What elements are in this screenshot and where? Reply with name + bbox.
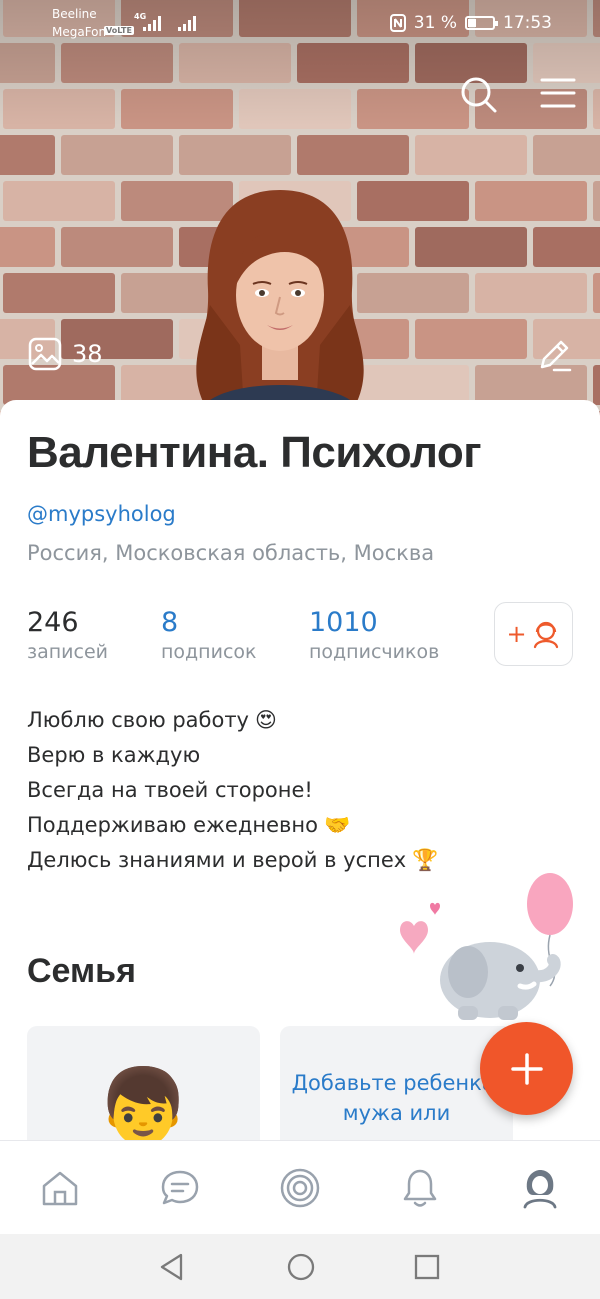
tab-messages[interactable] [157,1165,203,1211]
heart-eyes-emoji: 😍 [254,708,277,732]
bio-line-1: Люблю свою работу 😍 [27,703,438,738]
add-friend-button[interactable]: + [494,602,573,666]
handshake-emoji: 🤝 [323,813,351,837]
bio-line-2: Верю в каждую [27,738,438,773]
tab-discover[interactable] [277,1165,323,1211]
stat-followers-label: подписчиков [309,641,440,663]
bio-line-1-text: Люблю свою работу [27,708,249,732]
profile-location: Россия, Московская область, Москва [27,541,435,565]
volte-badge: VoLTE [104,26,134,35]
home-icon [42,1171,78,1206]
bio-line-4: Поддерживаю ежедневно 🤝 [27,808,438,843]
nfc-icon [389,14,406,32]
create-post-button[interactable] [480,1022,573,1115]
photos-counter[interactable]: 38 [28,337,103,371]
add-family-text: Добавьте ребенка, мужа или [291,1071,502,1125]
notifications-icon [403,1169,437,1207]
edit-icon[interactable] [536,337,572,373]
recents-icon[interactable] [413,1252,441,1282]
plus-icon [510,1052,543,1085]
discover-icon [280,1168,320,1208]
carrier-1-label: Beeline [52,7,97,21]
battery-percent: 31 % [413,13,457,33]
system-navigation-bar [0,1234,600,1299]
stat-posts-value: 246 [27,607,79,638]
status-bar: Beeline MegaFon VoLTE 4G 31 % 17:53 [0,0,600,44]
battery-icon [465,16,498,30]
photos-count-label: 38 [72,340,103,368]
stat-posts-label: записей [27,641,109,663]
bio-line-2-text: Верю в каждую [27,743,201,767]
bio-line-3: Всегда на твоей стороне! [27,773,438,808]
signal-icon [143,16,161,31]
stat-followers[interactable]: 1010 подписчиков [309,607,439,663]
photos-icon [28,337,62,371]
carrier-2-label: MegaFon [52,25,107,39]
add-friend-icon [533,621,558,649]
stat-posts[interactable]: 246 записей [27,607,108,663]
boy-emoji: 👦 [97,1064,190,1150]
tab-home[interactable] [37,1165,83,1211]
family-member-card[interactable]: 👦 [27,1026,260,1156]
family-section-title: Семья [27,952,136,990]
stat-following-label: подписок [161,641,257,663]
add-friend-plus: + [506,620,527,648]
bio-line-4-text: Поддерживаю ежедневно [27,813,318,837]
tab-notifications[interactable] [397,1165,443,1211]
home-button-icon[interactable] [286,1252,316,1282]
status-right: 31 % 17:53 [389,13,552,33]
bio-line-5-text: Делюсь знаниями и верой в успех [27,848,407,872]
profile-icon [523,1170,557,1209]
profile-name: Валентина. Психолог [27,428,482,477]
bottom-tab-bar [0,1140,600,1234]
stat-following[interactable]: 8 подписок [161,607,257,663]
add-family-card[interactable]: Добавьте ребенка, мужа или [280,1026,513,1156]
messages-icon [161,1170,199,1205]
bio-line-3-text: Всегда на твоей стороне! [27,778,313,802]
cover-photo[interactable]: Beeline MegaFon VoLTE 4G 31 % 17:53 38 [0,0,600,420]
elephant-balloon-sticker [400,873,573,1020]
stat-followers-value: 1010 [309,607,378,638]
tab-profile[interactable] [517,1165,563,1211]
bio-line-5: Делюсь знаниями и верой в успех 🏆 [27,843,438,878]
profile-handle[interactable]: @mypsyholog [27,502,176,526]
profile-portrait [196,190,364,420]
clock: 17:53 [503,13,552,33]
profile-bio: Люблю свою работу 😍 Верю в каждую Всегда … [27,703,438,878]
search-icon[interactable] [460,76,498,114]
back-icon[interactable] [158,1252,186,1282]
stat-following-value: 8 [161,607,179,638]
signal-icon-2 [178,16,196,31]
menu-icon[interactable] [540,77,576,109]
